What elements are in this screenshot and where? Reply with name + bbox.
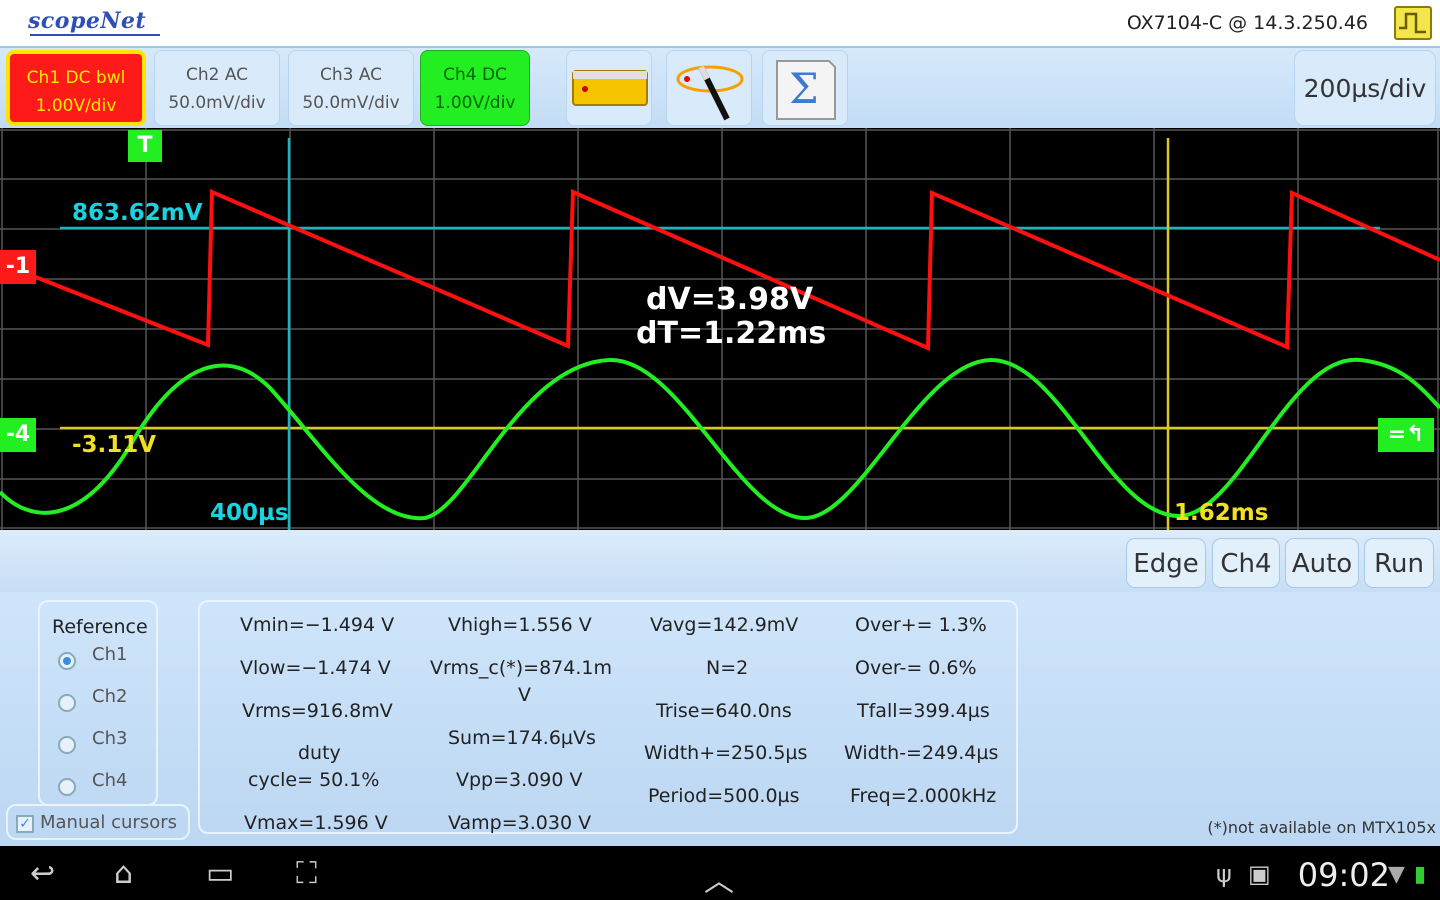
- scope-display[interactable]: 863.62mV -3.11V 400µs 1.62ms dV=3.98V dT…: [0, 128, 1440, 530]
- trigger-position-marker[interactable]: T: [128, 130, 162, 162]
- trigger-source-button[interactable]: Ch4: [1212, 538, 1280, 588]
- channel-4-button[interactable]: Ch4 DC 1.00V/div: [420, 50, 530, 126]
- status-clock: 09:02: [1297, 856, 1390, 894]
- channel-1-offset-marker[interactable]: -1: [0, 250, 36, 284]
- reference-ch1-radio[interactable]: [58, 652, 76, 670]
- home-icon[interactable]: ⌂: [114, 856, 133, 891]
- channel-1-scale: 1.00V/div: [35, 96, 117, 116]
- availability-note: (*)not available on MTX105x: [1207, 818, 1436, 837]
- reference-ch3-label: Ch3: [92, 728, 128, 749]
- math-tool-button[interactable]: Σ: [762, 50, 848, 126]
- scope-app: scopeNet OX7104-C @ 14.3.250.46 Ch1 DC b…: [0, 0, 1440, 900]
- manual-cursors-label: Manual cursors: [40, 812, 178, 833]
- gallery-icon: ▣: [1248, 860, 1271, 888]
- reference-ch3-radio[interactable]: [58, 736, 76, 754]
- channel-3-coupling: Ch3 AC: [319, 65, 383, 85]
- reference-title: Reference: [52, 616, 148, 638]
- device-address: OX7104-C @ 14.3.250.46: [1126, 12, 1368, 34]
- duty-cycle-value: cycle= 50.1%: [248, 769, 380, 791]
- vpp-value: Vpp=3.090 V: [456, 769, 583, 791]
- channel-4-waveform: [0, 357, 1440, 521]
- delta-voltage-readout: dV=3.98V: [646, 282, 814, 317]
- overshoot-plus-value: Over+= 1.3%: [855, 614, 987, 636]
- vlow-value: Vlow=−1.474 V: [240, 657, 391, 679]
- period-value: Period=500.0µs: [648, 785, 800, 807]
- reference-ch1-label: Ch1: [92, 644, 128, 665]
- run-stop-button[interactable]: Run: [1364, 538, 1434, 588]
- recent-apps-icon[interactable]: ▭: [206, 856, 234, 891]
- channel-toolbar: Ch1 DC bwl 1.00V/div Ch2 AC 50.0mV/div C…: [0, 48, 1440, 128]
- screenshot-icon[interactable]: ⛶: [296, 856, 317, 891]
- vhigh-value: Vhigh=1.556 V: [448, 614, 592, 636]
- vmax-value: Vmax=1.596 V: [244, 812, 388, 834]
- width-minus-value: Width-=249.4µs: [844, 742, 999, 764]
- horizontal-cursor-2-value: -3.11V: [72, 432, 157, 458]
- channel-1-coupling: Ch1 DC bwl: [26, 68, 126, 88]
- vertical-cursor-2-value: 1.62ms: [1174, 500, 1269, 526]
- delta-time-readout: dT=1.22ms: [636, 316, 827, 351]
- usb-icon: ψ: [1216, 860, 1232, 888]
- n-value: N=2: [706, 657, 749, 679]
- autoset-tool-button[interactable]: [666, 50, 752, 126]
- channel-3-button[interactable]: Ch3 AC 50.0mV/div: [288, 50, 414, 126]
- reference-ch2-label: Ch2: [92, 686, 128, 707]
- vertical-cursor-1-value: 400µs: [210, 500, 289, 526]
- reference-ch2-radio[interactable]: [58, 694, 76, 712]
- wifi-icon: ▼: [1388, 862, 1405, 887]
- trigger-bar: Edge Ch4 Auto Run: [0, 530, 1440, 592]
- manual-cursors-toggle[interactable]: ✓ Manual cursors: [6, 804, 190, 840]
- vrms-c-value: Vrms_c(*)=874.1m: [430, 657, 612, 679]
- vavg-value: Vavg=142.9mV: [650, 614, 799, 636]
- title-bar: scopeNet OX7104-C @ 14.3.250.46: [0, 0, 1440, 48]
- tfall-value: Tfall=399.4µs: [857, 700, 990, 722]
- measurements-panel: Reference Ch1 Ch2 Ch3 Ch4 ✓ Manual curso…: [0, 592, 1440, 846]
- ruler-icon: [572, 70, 648, 106]
- trigger-type-button[interactable]: Edge: [1126, 538, 1206, 588]
- channel-2-button[interactable]: Ch2 AC 50.0mV/div: [154, 50, 280, 126]
- channel-2-scale: 50.0mV/div: [168, 93, 266, 113]
- channel-1-button[interactable]: Ch1 DC bwl 1.00V/div: [6, 50, 146, 126]
- logo-underline: [30, 34, 160, 36]
- horizontal-cursor-1-value: 863.62mV: [72, 200, 203, 226]
- battery-icon: ▮: [1414, 862, 1427, 887]
- ruler-tool-button[interactable]: [566, 50, 652, 126]
- channel-4-scale: 1.00V/div: [434, 93, 516, 113]
- vmin-value: Vmin=−1.494 V: [240, 614, 395, 636]
- trise-value: Trise=640.0ns: [656, 700, 792, 722]
- timebase-button[interactable]: 200µs/div: [1294, 50, 1436, 126]
- channel-2-coupling: Ch2 AC: [185, 65, 249, 85]
- channel-4-coupling: Ch4 DC: [443, 65, 507, 85]
- reference-group: Reference Ch1 Ch2 Ch3 Ch4: [38, 600, 158, 806]
- vamp-value: Vamp=3.030 V: [448, 812, 592, 834]
- vrms-value: Vrms=916.8mV: [242, 700, 393, 722]
- measurement-values: Vmin=−1.494 V Vlow=−1.474 V Vrms=916.8mV…: [198, 600, 1018, 834]
- svg-text:Σ: Σ: [789, 64, 819, 113]
- sigma-math-icon: Σ: [776, 60, 836, 120]
- system-navigation-bar: ↩ ⌂ ▭ ⛶ ︿ ψ ▣ 09:02 ▼ ▮: [0, 846, 1440, 900]
- trigger-mode-button[interactable]: Auto: [1285, 538, 1359, 588]
- duty-cycle-label: duty: [298, 742, 341, 764]
- manual-cursors-checkbox[interactable]: ✓: [16, 815, 34, 833]
- channel-4-offset-marker[interactable]: -4: [0, 418, 36, 452]
- channel-3-scale: 50.0mV/div: [302, 93, 400, 113]
- oscilloscope-icon[interactable]: [1394, 6, 1432, 40]
- expand-up-icon[interactable]: ︿: [704, 856, 734, 900]
- overshoot-minus-value: Over-= 0.6%: [855, 657, 977, 679]
- sum-value: Sum=174.6µVs: [448, 727, 596, 749]
- trigger-level-marker[interactable]: =↰: [1378, 418, 1434, 452]
- reference-ch4-label: Ch4: [92, 770, 128, 791]
- frequency-value: Freq=2.000kHz: [850, 785, 997, 807]
- reference-ch4-radio[interactable]: [58, 778, 76, 796]
- width-plus-value: Width+=250.5µs: [644, 742, 808, 764]
- app-logo: scopeNet: [28, 8, 147, 34]
- back-icon[interactable]: ↩: [30, 856, 55, 891]
- vrms-c-unit: V: [518, 684, 531, 706]
- magic-wand-icon: [676, 65, 744, 121]
